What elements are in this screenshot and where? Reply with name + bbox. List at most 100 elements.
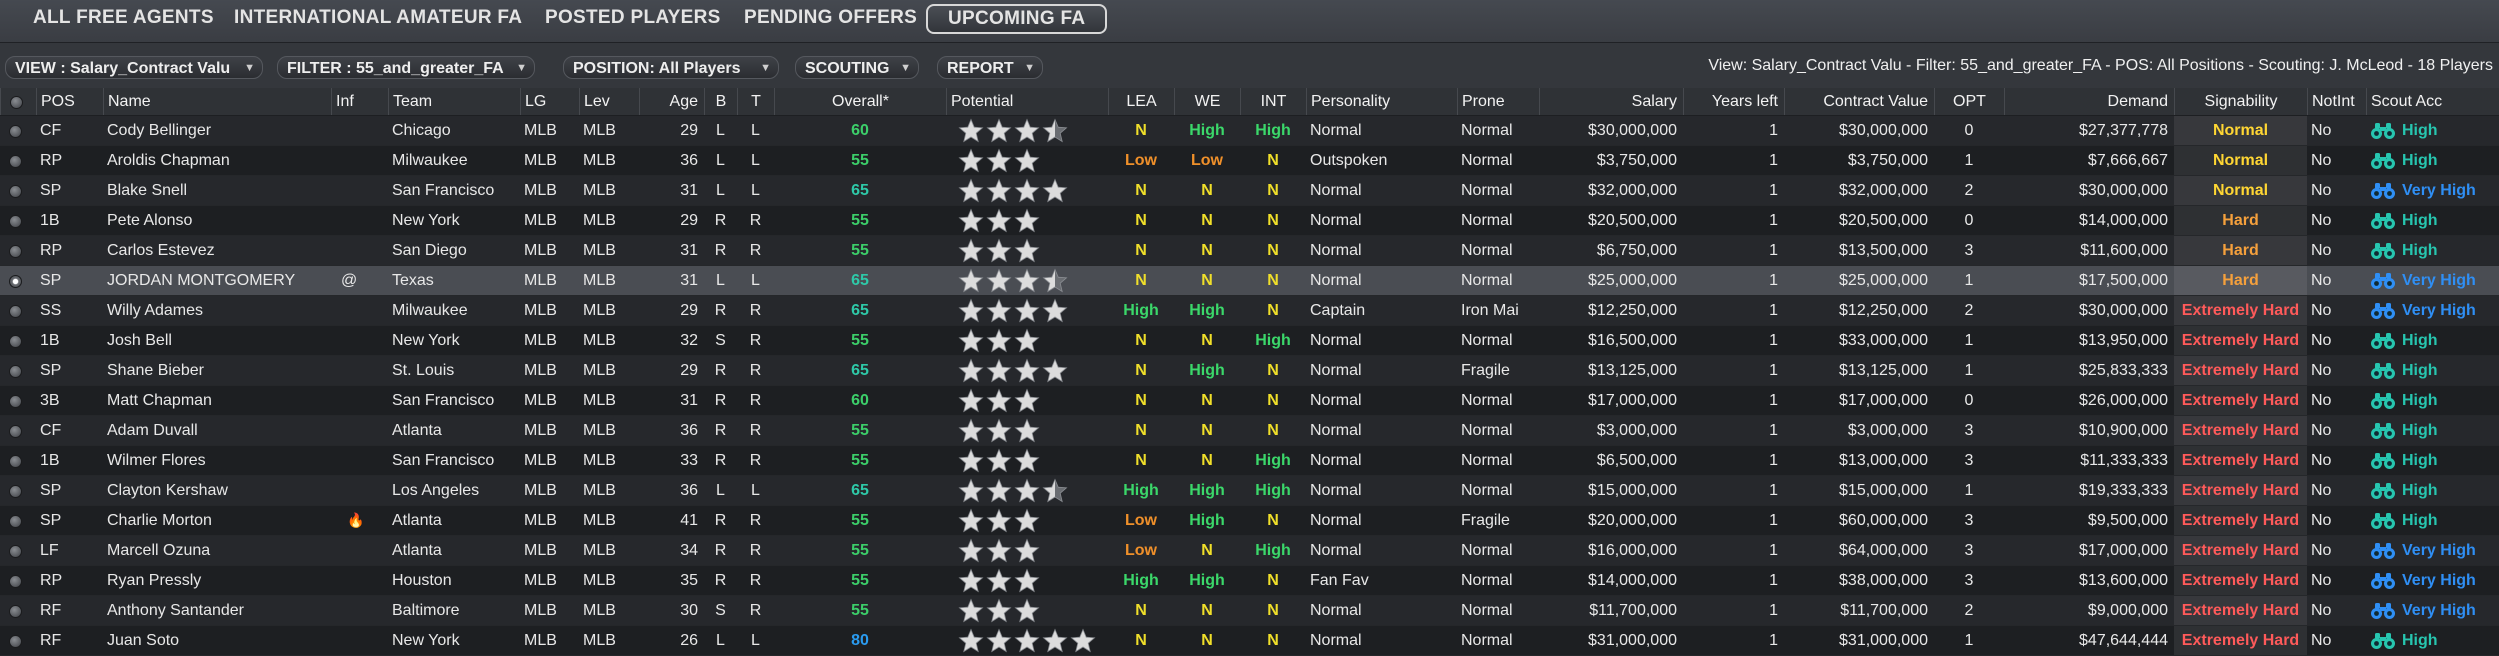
row-select-radio[interactable] <box>9 185 22 198</box>
tab-upcoming-fa[interactable]: UPCOMING FA <box>926 4 1108 34</box>
table-row[interactable]: SP Blake Snell San Francisco MLB MLB 31 L L 65 N N… <box>0 176 2499 206</box>
table-row[interactable]: SP Charlie Morton 🔥 Atlanta MLB MLB 41 R R 55 Low H… <box>0 506 2499 536</box>
row-select-radio[interactable] <box>9 365 22 378</box>
cell-name[interactable]: Aroldis Chapman <box>103 146 331 175</box>
cell-opt: 1 <box>1934 626 2004 655</box>
table-row[interactable]: CF Adam Duvall Atlanta MLB MLB 36 R R 55 N N N Norma… <box>0 416 2499 446</box>
cell-name[interactable]: Adam Duvall <box>103 416 331 445</box>
tab-international-amateur-fa[interactable]: INTERNATIONAL AMATEUR FA <box>234 3 522 33</box>
column-header-years-left[interactable]: Years left <box>1683 88 1784 115</box>
scouting-dropdown[interactable]: SCOUTING ▼ <box>795 56 919 79</box>
signability-value: Hard <box>2222 242 2259 259</box>
inf-value <box>335 632 341 649</box>
row-select-radio[interactable] <box>9 425 22 438</box>
cell-name[interactable]: Juan Soto <box>103 626 331 655</box>
table-row[interactable]: SP Clayton Kershaw Los Angeles MLB MLB 36 L L 65… <box>0 476 2499 506</box>
cell-name[interactable]: Cody Bellinger <box>103 116 331 145</box>
cell-name[interactable]: Shane Bieber <box>103 356 331 385</box>
column-header-name[interactable]: Name <box>103 88 331 115</box>
table-row[interactable]: RP Aroldis Chapman Milwaukee MLB MLB 36 L L 55 Lo… <box>0 146 2499 176</box>
row-select-radio[interactable] <box>9 455 22 468</box>
column-header-personality[interactable]: Personality <box>1306 88 1457 115</box>
tab-posted-players[interactable]: POSTED PLAYERS <box>545 3 721 33</box>
column-header-signability[interactable]: Signability <box>2174 88 2307 115</box>
view-dropdown[interactable]: VIEW : Salary_Contract Valu ▼ <box>5 56 263 79</box>
row-select-radio[interactable] <box>9 605 22 618</box>
cell-name[interactable]: Blake Snell <box>103 176 331 205</box>
row-select-radio[interactable] <box>9 215 22 228</box>
table-row[interactable]: SP Shane Bieber St. Louis MLB MLB 29 R R 65 N High… <box>0 356 2499 386</box>
select-column-header[interactable] <box>0 88 36 115</box>
cell-name[interactable]: Anthony Santander <box>103 596 331 625</box>
tab-pending-offers[interactable]: PENDING OFFERS <box>744 3 917 33</box>
column-header-we[interactable]: WE <box>1174 88 1240 115</box>
cell-name[interactable]: Willy Adames <box>103 296 331 325</box>
column-header-overall[interactable]: Overall* <box>774 88 946 115</box>
cell-name[interactable]: Clayton Kershaw <box>103 476 331 505</box>
table-row[interactable]: RF Juan Soto New York MLB MLB 26 L L 80 N N N Normal… <box>0 626 2499 656</box>
column-header-potential[interactable]: Potential <box>946 88 1108 115</box>
column-header-contract-value[interactable]: Contract Value <box>1784 88 1934 115</box>
cell-name[interactable]: Josh Bell <box>103 326 331 355</box>
cell-name[interactable]: Charlie Morton <box>103 506 331 535</box>
column-header-t[interactable]: T <box>737 88 774 115</box>
row-select-radio[interactable] <box>9 485 22 498</box>
column-header-salary[interactable]: Salary <box>1539 88 1683 115</box>
row-select-radio[interactable] <box>9 395 22 408</box>
row-select-radio[interactable] <box>9 305 22 318</box>
table-row[interactable]: 1B Wilmer Flores San Francisco MLB MLB 33 R R 55… <box>0 446 2499 476</box>
table-row[interactable]: SP JORDAN MONTGOMERY @ Texas MLB MLB 31 L L 65 N N N… <box>0 266 2499 296</box>
age-value: 33 <box>680 452 698 469</box>
select-all-radio[interactable] <box>10 96 23 109</box>
table-row[interactable]: 3B Matt Chapman San Francisco MLB MLB 31 R R 60 N… <box>0 386 2499 416</box>
column-header-age[interactable]: Age <box>639 88 704 115</box>
cell-name[interactable]: Carlos Estevez <box>103 236 331 265</box>
demand-value: $47,644,444 <box>2079 632 2168 649</box>
cell-name[interactable]: Wilmer Flores <box>103 446 331 475</box>
cell-inf <box>331 566 388 595</box>
cell-name[interactable]: Pete Alonso <box>103 206 331 235</box>
cell-name[interactable]: Marcell Ozuna <box>103 536 331 565</box>
column-header-notint[interactable]: NotInt <box>2307 88 2366 115</box>
table-row[interactable]: 1B Pete Alonso New York MLB MLB 29 R R 55 N N N Norm… <box>0 206 2499 236</box>
column-header-prone[interactable]: Prone <box>1457 88 1539 115</box>
column-header-team[interactable]: Team <box>388 88 520 115</box>
column-header-scout-acc[interactable]: Scout Acc <box>2366 88 2499 115</box>
cell-name[interactable]: JORDAN MONTGOMERY <box>103 266 331 295</box>
b-value: R <box>714 242 727 259</box>
row-select-radio[interactable] <box>9 635 22 648</box>
table-row[interactable]: CF Cody Bellinger Chicago MLB MLB 29 L L 60 N High… <box>0 116 2499 146</box>
column-header-b[interactable]: B <box>704 88 737 115</box>
row-select-radio[interactable] <box>9 515 22 528</box>
table-row[interactable]: SS Willy Adames Milwaukee MLB MLB 29 R R 65 High H… <box>0 296 2499 326</box>
column-header-lg[interactable]: LG <box>520 88 579 115</box>
table-row[interactable]: RP Ryan Pressly Houston MLB MLB 35 R R 55 High Hig… <box>0 566 2499 596</box>
table-row[interactable]: 1B Josh Bell New York MLB MLB 32 S R 55 N N High Nor… <box>0 326 2499 356</box>
lev-value: MLB <box>583 332 616 349</box>
row-select-radio[interactable] <box>9 335 22 348</box>
table-row[interactable]: RF Anthony Santander Baltimore MLB MLB 30 S R 55… <box>0 596 2499 626</box>
column-header-demand[interactable]: Demand <box>2004 88 2174 115</box>
table-row[interactable]: RP Carlos Estevez San Diego MLB MLB 31 R R 55 N N N… <box>0 236 2499 266</box>
row-select-radio[interactable] <box>9 545 22 558</box>
row-select-radio[interactable] <box>9 125 22 138</box>
row-select-radio[interactable] <box>9 275 22 288</box>
cell-name[interactable]: Ryan Pressly <box>103 566 331 595</box>
position-dropdown[interactable]: POSITION: All Players ▼ <box>563 56 779 79</box>
row-select-radio[interactable] <box>9 575 22 588</box>
column-header-inf[interactable]: Inf <box>331 88 388 115</box>
column-header-opt[interactable]: OPT <box>1934 88 2004 115</box>
cell-name[interactable]: Matt Chapman <box>103 386 331 415</box>
salary-value: $3,750,000 <box>1596 152 1677 169</box>
row-select-radio[interactable] <box>9 245 22 258</box>
report-dropdown[interactable]: REPORT ▼ <box>937 56 1043 79</box>
tab-all-free-agents[interactable]: ALL FREE AGENTS <box>33 3 214 33</box>
row-select-radio[interactable] <box>9 155 22 168</box>
column-header-lea[interactable]: LEA <box>1108 88 1174 115</box>
column-header-int[interactable]: INT <box>1240 88 1306 115</box>
table-row[interactable]: LF Marcell Ozuna Atlanta MLB MLB 34 R R 55 Low N Hi… <box>0 536 2499 566</box>
filter-dropdown[interactable]: FILTER : 55_and_greater_FA ▼ <box>277 56 535 79</box>
column-header-lev[interactable]: Lev <box>579 88 639 115</box>
cell-lev: MLB <box>579 326 639 355</box>
column-header-pos[interactable]: POS <box>36 88 103 115</box>
